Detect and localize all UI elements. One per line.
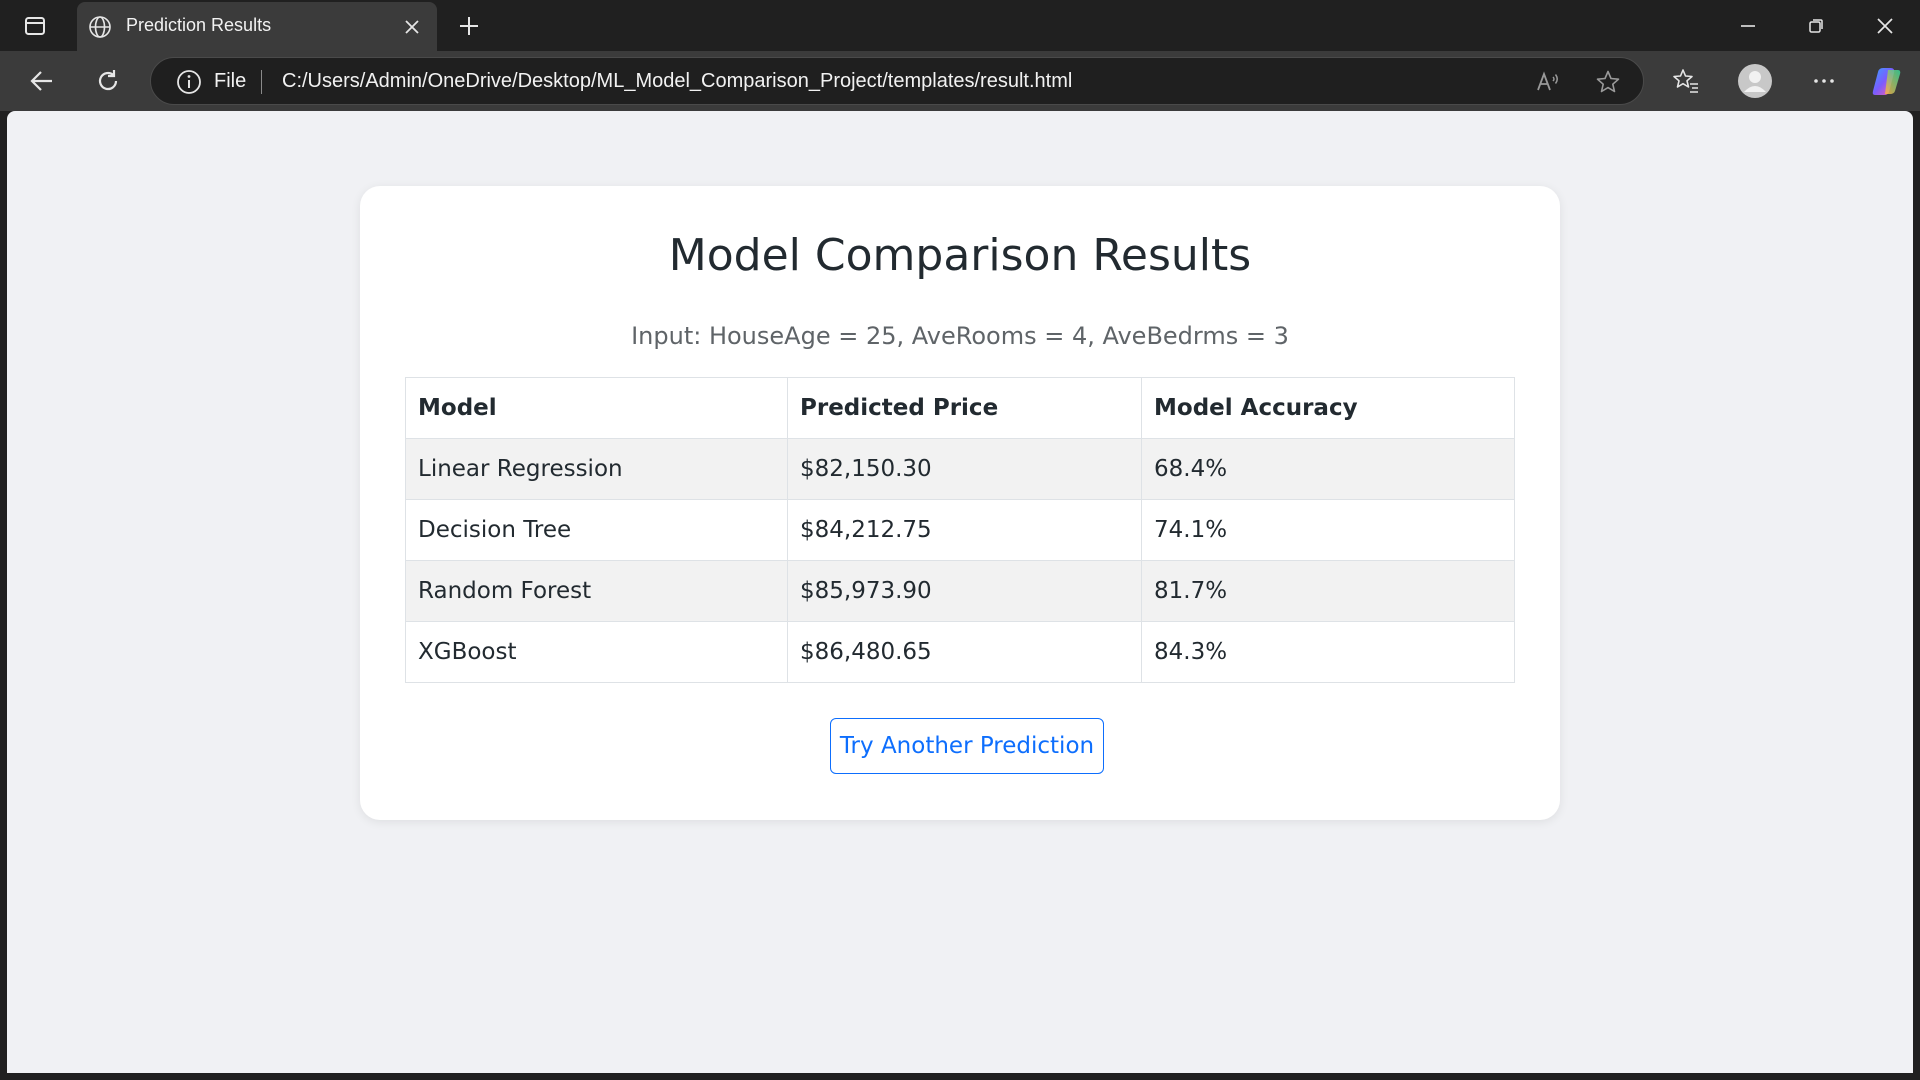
- sidebar-toggle-icon[interactable]: [18, 11, 52, 41]
- back-icon[interactable]: [22, 61, 62, 101]
- address-separator: [261, 70, 262, 94]
- info-icon[interactable]: [175, 68, 203, 96]
- table-header-row: Model Predicted Price Model Accuracy: [405, 377, 1515, 439]
- cell-accuracy: 68.4%: [1141, 438, 1515, 500]
- read-aloud-icon[interactable]: [1534, 68, 1562, 96]
- table-row: XGBoost $86,480.65 84.3%: [405, 621, 1515, 683]
- star-icon[interactable]: [1594, 68, 1622, 96]
- cell-accuracy: 84.3%: [1141, 621, 1515, 683]
- input-summary: Input: HouseAge = 25, AveRooms = 4, AveB…: [631, 322, 1289, 350]
- header-predicted-price: Predicted Price: [787, 377, 1142, 439]
- cell-accuracy: 74.1%: [1141, 499, 1515, 561]
- cell-model: Random Forest: [405, 560, 788, 622]
- tab-strip: Prediction Results: [0, 0, 1920, 51]
- results-card: Model Comparison Results Input: HouseAge…: [360, 186, 1560, 820]
- table-row: Random Forest $85,973.90 81.7%: [405, 560, 1515, 622]
- copilot-icon[interactable]: [1866, 61, 1906, 101]
- table-row: Decision Tree $84,212.75 74.1%: [405, 499, 1515, 561]
- favorites-icon[interactable]: [1666, 61, 1706, 101]
- browser-toolbar: File C:/Users/Admin/OneDrive/Desktop/ML_…: [0, 51, 1920, 111]
- page-viewport: Model Comparison Results Input: HouseAge…: [7, 111, 1913, 1073]
- cell-price: $85,973.90: [787, 560, 1142, 622]
- window-close-icon[interactable]: [1862, 8, 1908, 44]
- address-scheme: File: [214, 70, 247, 92]
- restore-icon[interactable]: [1793, 8, 1839, 44]
- results-table: Model Predicted Price Model Accuracy Lin…: [405, 377, 1515, 683]
- cell-price: $86,480.65: [787, 621, 1142, 683]
- minimize-icon[interactable]: [1725, 8, 1771, 44]
- address-url[interactable]: C:/Users/Admin/OneDrive/Desktop/ML_Model…: [282, 70, 1072, 93]
- header-model-accuracy: Model Accuracy: [1141, 377, 1515, 439]
- try-another-prediction-button[interactable]: Try Another Prediction: [830, 718, 1104, 774]
- plus-icon[interactable]: [453, 10, 485, 42]
- cell-model: XGBoost: [405, 621, 788, 683]
- cell-model: Linear Regression: [405, 438, 788, 500]
- cell-price: $84,212.75: [787, 499, 1142, 561]
- cell-accuracy: 81.7%: [1141, 560, 1515, 622]
- header-model: Model: [405, 377, 788, 439]
- more-icon[interactable]: [1804, 61, 1844, 101]
- page-title: Model Comparison Results: [668, 230, 1252, 281]
- browser-tab[interactable]: Prediction Results: [77, 2, 437, 51]
- close-icon[interactable]: [399, 14, 425, 40]
- cell-model: Decision Tree: [405, 499, 788, 561]
- address-bar[interactable]: File C:/Users/Admin/OneDrive/Desktop/ML_…: [150, 57, 1644, 105]
- refresh-icon[interactable]: [88, 61, 128, 101]
- table-row: Linear Regression $82,150.30 68.4%: [405, 438, 1515, 500]
- globe-icon: [87, 14, 113, 40]
- profile-icon[interactable]: [1735, 61, 1775, 101]
- tab-title: Prediction Results: [126, 15, 272, 35]
- cell-price: $82,150.30: [787, 438, 1142, 500]
